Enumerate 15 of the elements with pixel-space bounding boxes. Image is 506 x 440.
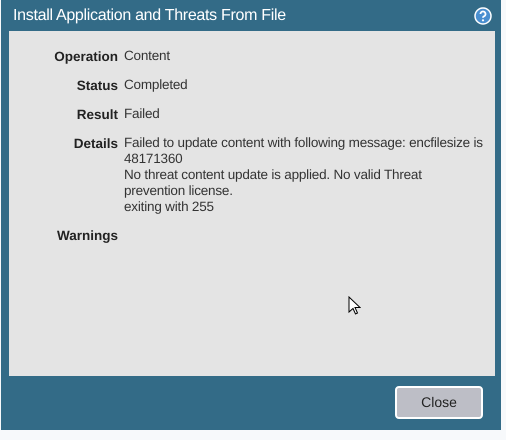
field-label: Operation xyxy=(53,48,118,65)
field-label: Status xyxy=(76,77,118,94)
field-value: Completed xyxy=(124,77,188,93)
window-title: Install Application and Threats From File xyxy=(13,6,286,26)
mouse-pointer-icon xyxy=(348,296,361,316)
field-label: Warnings xyxy=(56,227,118,244)
field-value: exiting with 255 xyxy=(124,199,215,215)
field-value: Failed to update content with following message: encfilesize is 48171360 xyxy=(124,135,484,167)
field-value: Content xyxy=(124,48,171,64)
field-label: Result xyxy=(76,106,118,123)
field-value: No threat content update is applied. No valid Threat prevention license. xyxy=(124,167,423,199)
field-label: Details xyxy=(72,135,118,152)
field-value: Failed xyxy=(124,106,161,122)
close-button[interactable]: Close xyxy=(395,386,483,419)
help-icon[interactable] xyxy=(474,6,492,24)
